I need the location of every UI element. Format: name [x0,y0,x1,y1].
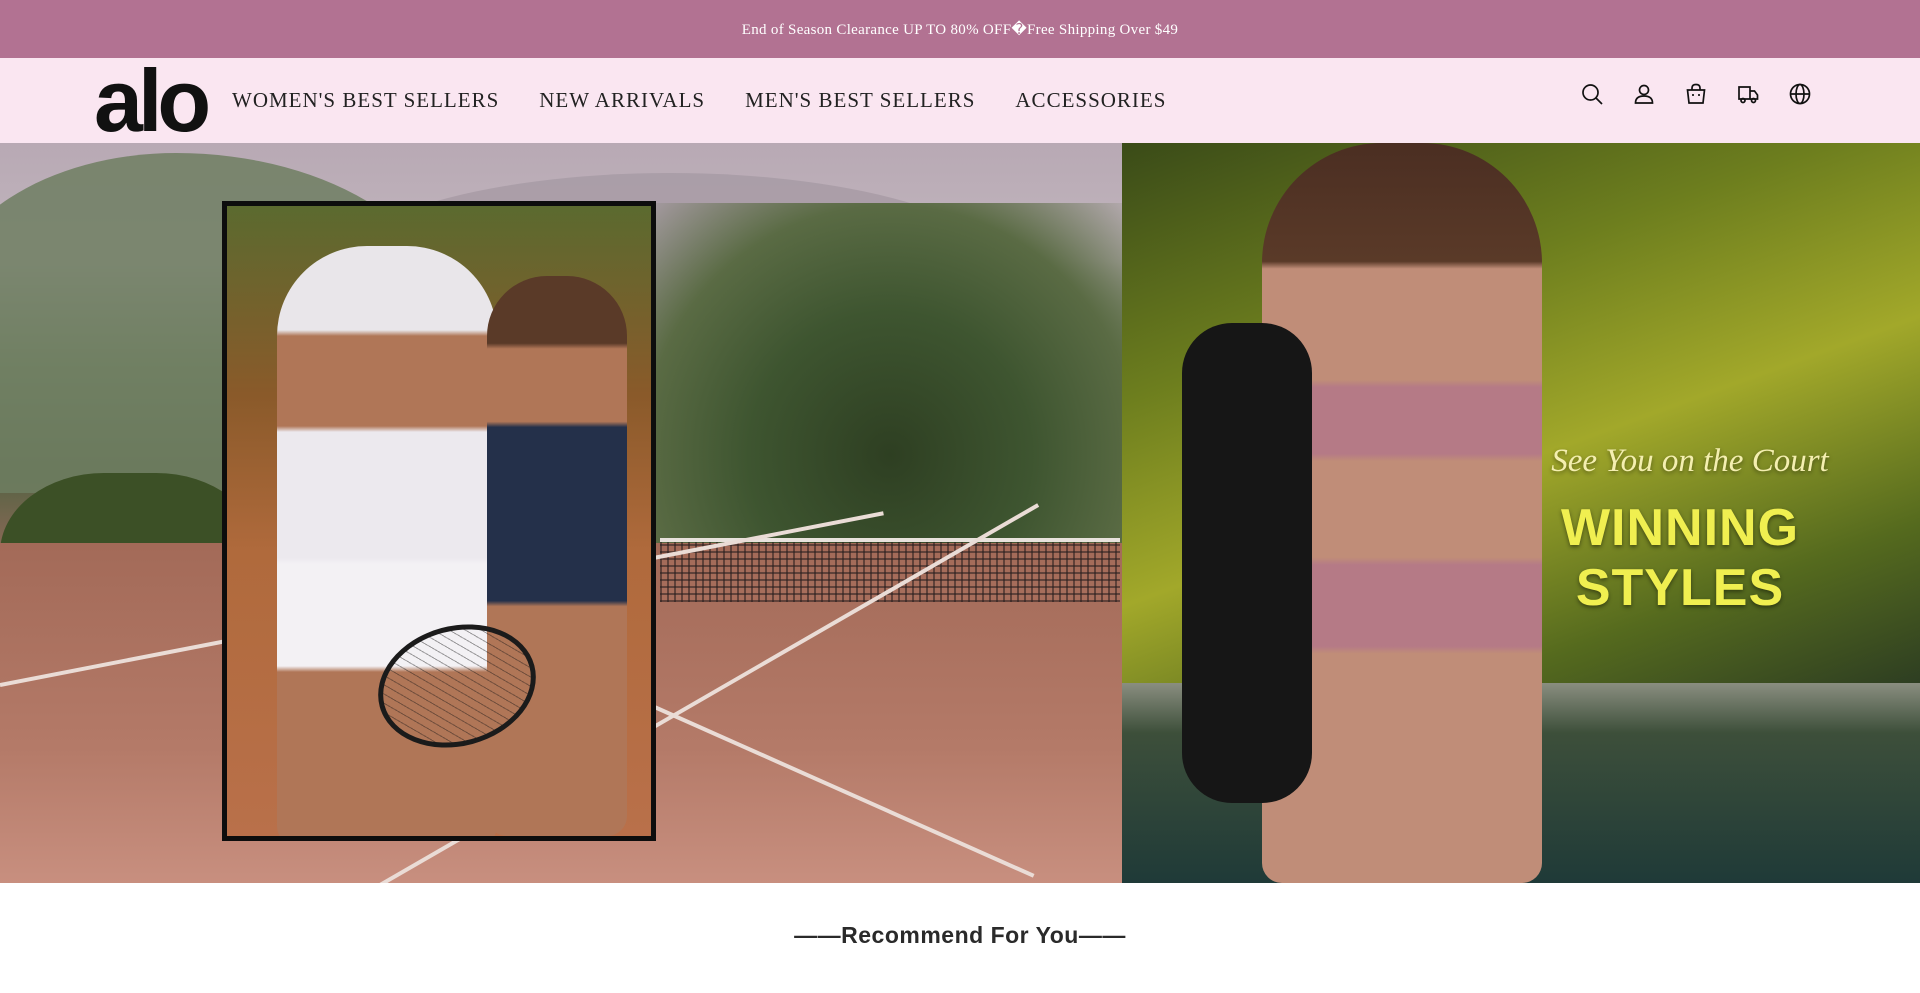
cart-icon[interactable] [1680,78,1712,110]
nav-mens-best-sellers[interactable]: MEN'S BEST SELLERS [745,88,975,113]
site-header: alo WOMEN'S BEST SELLERS NEW ARRIVALS ME… [0,57,1920,145]
order-tracking-icon[interactable] [1732,78,1764,110]
language-icon[interactable] [1784,78,1816,110]
alo-logo[interactable]: alo [94,57,211,145]
hero-tagline: See You on the Court [1551,443,1829,479]
announcement-bar: End of Season Clearance UP TO 80% OFF�Fr… [0,0,1920,58]
nav-accessories[interactable]: ACCESSORIES [1015,88,1166,113]
recommend-heading: ——Recommend For You—— [794,922,1126,948]
hero-banner[interactable]: See You on the Court WINNING STYLES [0,143,1920,883]
search-icon[interactable] [1576,78,1608,110]
header-icons [1576,80,1836,108]
main-nav: WOMEN'S BEST SELLERS NEW ARRIVALS MEN'S … [232,58,1206,143]
announcement-text: End of Season Clearance UP TO 80% OFF�Fr… [741,21,1179,38]
tennis-court-image [0,143,1122,883]
nav-womens-best-sellers[interactable]: WOMEN'S BEST SELLERS [232,88,499,113]
account-icon[interactable] [1628,78,1660,110]
nav-new-arrivals[interactable]: NEW ARRIVALS [539,88,705,113]
hero-headline: WINNING STYLES [1560,499,1800,617]
tennis-players-photo [222,201,656,841]
